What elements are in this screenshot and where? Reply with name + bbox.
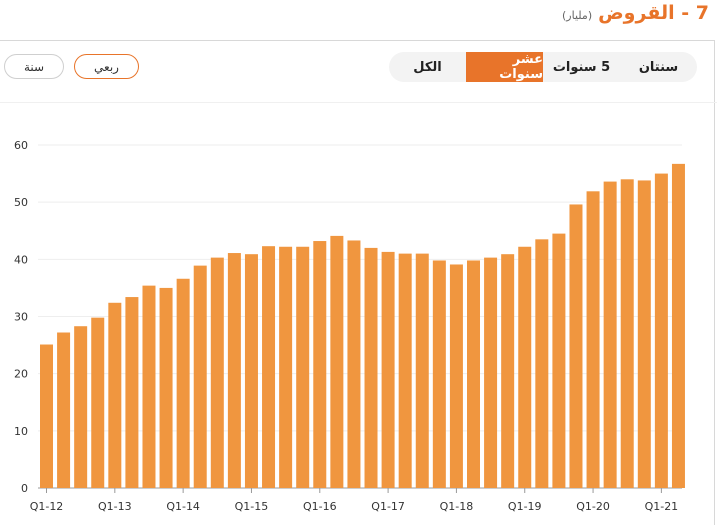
bar-Q4-20[interactable] bbox=[637, 180, 651, 488]
bars bbox=[40, 163, 685, 489]
x-axis: Q1-12 Q1-13 Q1-14 Q1-15 Q1-16 Q1-17 Q1-18 Q1-19… bbox=[30, 488, 679, 513]
x-tick-label: Q1-16 bbox=[303, 500, 337, 513]
x-tick-label: Q1-17 bbox=[371, 500, 405, 513]
bar-Q2-12[interactable] bbox=[57, 332, 71, 488]
yearly-button[interactable]: سنة bbox=[4, 54, 64, 79]
bar-Q4-13[interactable] bbox=[159, 287, 173, 488]
bar-Q3-18[interactable] bbox=[484, 257, 498, 488]
y-tick-label: 30 bbox=[14, 311, 28, 324]
tab-two-years[interactable]: سنتان bbox=[620, 52, 697, 82]
bar-Q4-19[interactable] bbox=[569, 204, 583, 488]
page-title: 7 - القروض (مليار) bbox=[562, 2, 709, 28]
y-tick-label: 20 bbox=[14, 368, 28, 381]
x-tick-label: Q1-14 bbox=[166, 500, 200, 513]
bar-Q4-15[interactable] bbox=[296, 246, 310, 488]
bar-chart: 0102030405060 Q1-12 Q1-13 Q1-14 Q1-15 Q1-16 Q… bbox=[14, 139, 685, 513]
y-tick-label: 60 bbox=[14, 139, 28, 152]
bar-Q2-14[interactable] bbox=[193, 265, 207, 488]
x-tick-label: Q1-21 bbox=[645, 500, 679, 513]
bar-Q1-18[interactable] bbox=[449, 264, 463, 488]
x-tick-label: Q1-15 bbox=[235, 500, 269, 513]
bar-Q2-20[interactable] bbox=[603, 181, 617, 488]
x-tick-label: Q1-20 bbox=[576, 500, 610, 513]
tab-five-years[interactable]: 5 سنوات bbox=[543, 52, 620, 82]
bar-Q1-16[interactable] bbox=[313, 241, 327, 488]
bar-Q1-19[interactable] bbox=[518, 246, 532, 488]
toolbar-divider bbox=[0, 102, 717, 103]
bar-Q2-18[interactable] bbox=[467, 260, 480, 488]
y-tick-label: 0 bbox=[21, 482, 28, 495]
bar-Q3-12[interactable] bbox=[74, 326, 88, 488]
bar-Q1-12[interactable] bbox=[40, 344, 53, 488]
tab-all[interactable]: الكل bbox=[389, 52, 466, 82]
y-axis: 0 10 20 30 40 50 60 bbox=[14, 139, 28, 495]
unit-label: (مليار) bbox=[562, 9, 593, 22]
bar-Q2-17[interactable] bbox=[398, 253, 412, 488]
bar-Q3-16[interactable] bbox=[347, 240, 361, 488]
bar-Q3-15[interactable] bbox=[279, 246, 293, 488]
bar-Q2-13[interactable] bbox=[125, 297, 139, 488]
bar-Q4-14[interactable] bbox=[227, 253, 241, 488]
bar-Q1-17[interactable] bbox=[381, 251, 395, 488]
chart-title: 7 - القروض bbox=[598, 2, 709, 24]
bar-Q3-20[interactable] bbox=[620, 179, 634, 489]
bar-Q4-16[interactable] bbox=[364, 247, 378, 488]
bar-Q3-13[interactable] bbox=[142, 285, 156, 488]
bar-Q1-20[interactable] bbox=[586, 191, 600, 488]
x-tick-label: Q1-18 bbox=[440, 500, 474, 513]
y-tick-label: 10 bbox=[14, 425, 28, 438]
y-tick-label: 40 bbox=[14, 253, 28, 266]
bar-Q1-15[interactable] bbox=[244, 254, 258, 488]
bar-Q2-19[interactable] bbox=[535, 239, 549, 488]
tab-ten-years[interactable]: عشر سنوات bbox=[466, 52, 543, 82]
x-tick-label: Q1-12 bbox=[30, 500, 64, 513]
bar-Q4-18[interactable] bbox=[501, 254, 515, 488]
range-tabs: سنتان 5 سنوات عشر سنوات الكل bbox=[389, 52, 697, 82]
bar-Q1-14[interactable] bbox=[176, 278, 190, 488]
quarterly-button[interactable]: ربعي bbox=[74, 54, 139, 79]
bar-Q2-15[interactable] bbox=[262, 246, 276, 488]
bar-Q3-14[interactable] bbox=[210, 257, 224, 488]
bar-Q3-17[interactable] bbox=[415, 253, 429, 488]
bar-Q4-12[interactable] bbox=[91, 317, 105, 488]
x-tick-label: Q1-19 bbox=[508, 500, 542, 513]
bar-Q2-16[interactable] bbox=[330, 235, 344, 488]
bar-Q3-19[interactable] bbox=[552, 233, 566, 488]
bar-Q1-21[interactable] bbox=[654, 173, 668, 489]
y-tick-label: 50 bbox=[14, 196, 28, 209]
bar-Q1-13[interactable] bbox=[108, 302, 122, 488]
x-tick-label: Q1-13 bbox=[98, 500, 132, 513]
bar-Q2-21[interactable] bbox=[671, 163, 685, 489]
bar-Q4-17[interactable] bbox=[432, 260, 446, 488]
